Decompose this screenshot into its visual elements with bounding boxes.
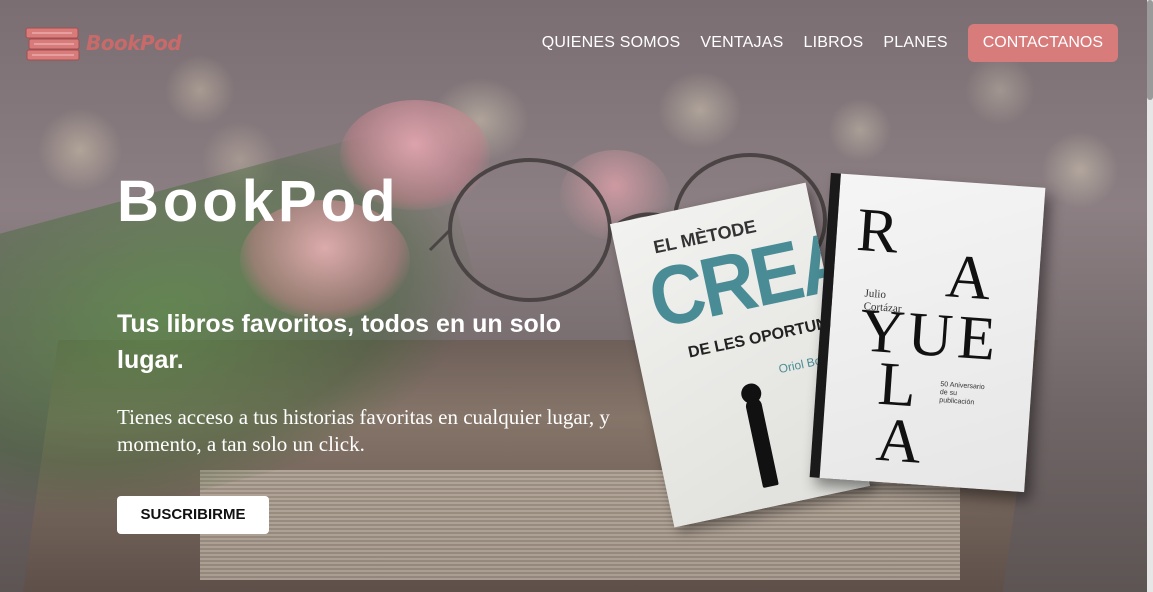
nav-link-libros[interactable]: LIBROS	[803, 34, 863, 52]
rayuela-letter: A	[874, 405, 924, 477]
hero-description: Tienes acceso a tus historias favoritas …	[117, 405, 610, 456]
nav-link-planes[interactable]: PLANES	[883, 34, 947, 52]
nav-link-quienes-somos[interactable]: QUIENES SOMOS	[542, 34, 681, 52]
hero-subtitle: Tus libros favoritos, todos en un solo l…	[117, 310, 562, 374]
hero-title: BookPod	[117, 169, 400, 234]
logo-text: BookPod	[86, 31, 182, 55]
scrollbar[interactable]	[1147, 0, 1153, 592]
book-cover-rayuela: R A Y U E L A Julio Cortázar 50 Aniversa…	[809, 172, 1046, 493]
books-stack-icon	[25, 27, 80, 61]
main-nav: QUIENES SOMOS VENTAJAS LIBROS PLANES CON…	[522, 24, 1118, 62]
scrollbar-thumb[interactable]	[1147, 0, 1153, 100]
rayuela-note: 50 Aniversario de su publicación	[939, 381, 985, 407]
logo[interactable]: BookPod	[24, 24, 182, 62]
nav-link-ventajas[interactable]: VENTAJAS	[700, 34, 783, 52]
rayuela-letter: R	[854, 195, 901, 267]
subscribe-button[interactable]: SUSCRIBIRME	[117, 496, 269, 534]
contact-button[interactable]: CONTACTANOS	[967, 24, 1118, 62]
rayuela-author: Julio Cortázar	[863, 287, 902, 316]
person-silhouette-body	[744, 396, 779, 489]
rayuela-letter: E	[955, 303, 998, 374]
